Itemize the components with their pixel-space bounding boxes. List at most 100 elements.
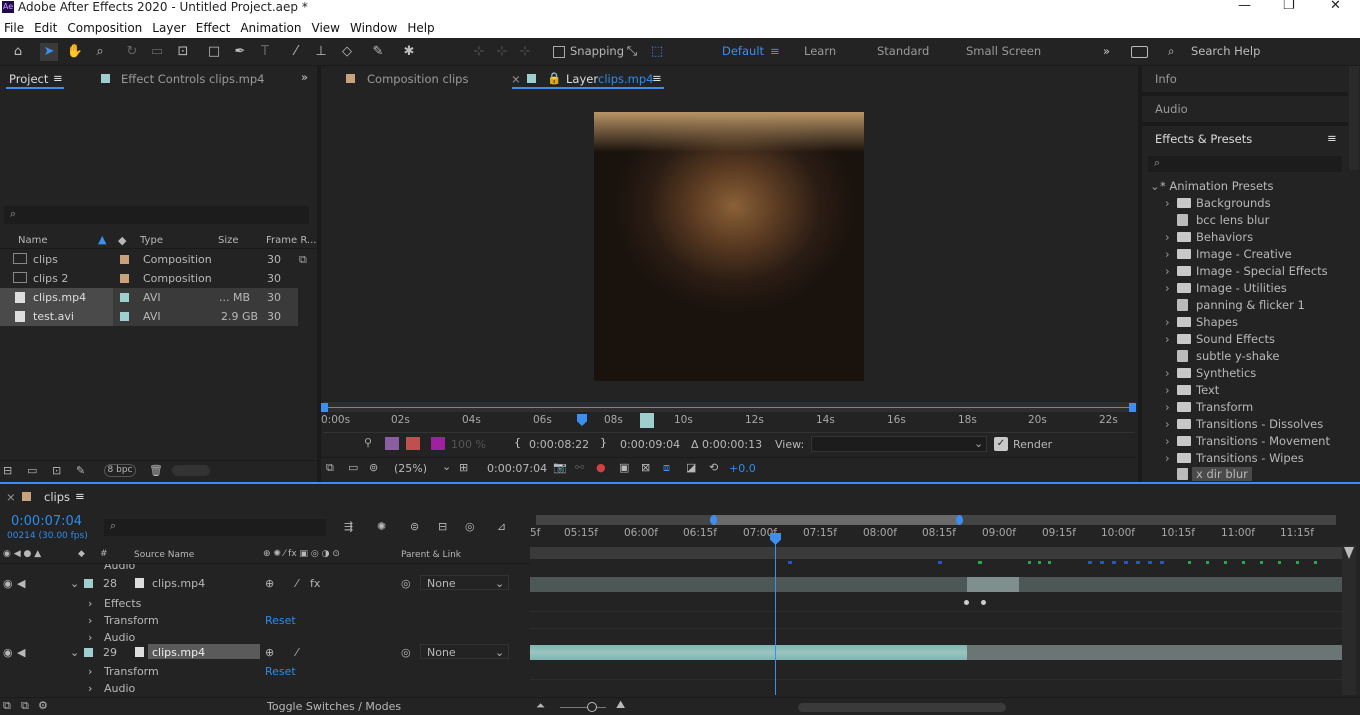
quality-icon[interactable]: ⁄ <box>296 577 298 590</box>
column-name[interactable]: Name <box>18 235 48 246</box>
menu-view[interactable]: View <box>308 16 346 37</box>
view-mode-icon[interactable] <box>431 437 445 450</box>
vertical-scrollbar[interactable] <box>1342 545 1356 695</box>
audio-speaker-icon[interactable]: ◀ <box>17 646 25 659</box>
layer-row-28[interactable]: ◉ ◀ ⌄ 28 clips.mp4 ⊕ ⁄ fx ◎ None ⌄ <box>0 575 530 592</box>
zoom-in-icon[interactable]: ⛰ <box>616 698 625 712</box>
in-out-icon[interactable]: ⚙ <box>38 699 48 712</box>
interpret-footage-icon[interactable]: ⊟ <box>3 464 12 477</box>
project-item[interactable]: test.avi AVI 2.9 GB 30 <box>0 307 298 326</box>
effects-search-input[interactable]: ⌕ <box>1148 156 1342 172</box>
type-tool-icon[interactable]: T <box>256 43 274 61</box>
panel-menu-icon[interactable]: ≡ <box>53 71 63 85</box>
pick-whip-icon[interactable]: ◎ <box>401 577 411 590</box>
zoom-tool-icon[interactable]: ⌕ <box>91 43 109 61</box>
new-composition-icon[interactable]: ⊡ <box>52 464 61 477</box>
column-size[interactable]: Size <box>218 235 239 246</box>
current-time-indicator[interactable] <box>775 535 776 695</box>
collapse-transformation-icon[interactable]: ⊕ <box>265 577 274 590</box>
close-tab-icon[interactable]: × <box>6 490 16 504</box>
column-source-name[interactable]: Source Name <box>134 550 194 560</box>
flowchart-icon[interactable]: ⧉ <box>299 253 307 267</box>
rectangle-tool-icon[interactable]: □ <box>205 43 223 61</box>
column-type[interactable]: Type <box>140 235 163 246</box>
current-time[interactable]: 0:00:07:04 <box>487 462 547 475</box>
brush-tool-icon[interactable]: ⁄ <box>287 43 305 61</box>
layer-row-29[interactable]: ◉ ◀ ⌄ 29 clips.mp4 ⊕ ⁄ ◎ None ⌄ <box>0 644 530 661</box>
project-item[interactable]: clips 2 Composition 30 <box>0 269 298 288</box>
zoom-slider[interactable] <box>560 707 606 708</box>
menu-help[interactable]: Help <box>403 16 440 37</box>
fast-previews-icon[interactable]: ◪ <box>686 461 696 474</box>
project-search-input[interactable]: ⌕ <box>4 206 309 224</box>
property-row-audio[interactable]: › Audio <box>0 680 530 697</box>
keyframe[interactable] <box>981 600 986 605</box>
3d-view-icon[interactable]: ⧈ <box>663 461 670 475</box>
menu-layer[interactable]: Layer <box>148 16 191 37</box>
snapshot-icon[interactable]: 📷 <box>553 461 567 474</box>
thumbnail-slider[interactable] <box>172 465 210 476</box>
monitor-icon[interactable]: ▭ <box>348 461 358 474</box>
out-time[interactable]: 0:00:09:04 <box>620 438 680 451</box>
view-mode-icon[interactable] <box>406 437 420 450</box>
effects-switch-icon[interactable]: fx <box>310 577 320 590</box>
zoom-slider-handle[interactable] <box>587 702 597 712</box>
channels-icon[interactable]: ● <box>596 461 606 474</box>
property-row-audio[interactable]: Audio <box>0 564 530 574</box>
show-snapshot-icon[interactable]: ⚯ <box>575 461 584 474</box>
exposure-value[interactable]: +0.0 <box>729 462 756 475</box>
close-tab-icon[interactable]: × <box>511 72 521 86</box>
visibility-eye-icon[interactable]: ◉ <box>3 646 13 659</box>
shy-layers-icon[interactable]: ⊜ <box>410 520 419 533</box>
layer-switches-icon[interactable]: ⧉ <box>3 699 11 713</box>
camera-tool-icon[interactable]: ▭ <box>148 43 166 61</box>
transfer-controls-icon[interactable]: ⧉ <box>21 699 29 713</box>
keyframe[interactable] <box>964 600 969 605</box>
axis-world-icon[interactable]: ⊹ <box>493 43 511 61</box>
lock-icon[interactable]: 🔒 <box>547 71 561 85</box>
expand-panel-icon[interactable]: » <box>301 70 308 84</box>
set-in-point-icon[interactable]: { <box>514 436 521 449</box>
number-column-icon[interactable]: # <box>100 549 108 559</box>
effects-presets-tab[interactable]: Effects & Presets <box>1155 132 1252 146</box>
roto-brush-tool-icon[interactable]: ✎ <box>369 43 387 61</box>
visibility-eye-icon[interactable]: ◉ <box>3 577 13 590</box>
label-column-icon[interactable]: ◆ <box>118 234 126 247</box>
tab-effect-controls[interactable]: Effect Controls clips.mp4 <box>121 72 264 86</box>
out-point-handle[interactable] <box>1129 403 1136 412</box>
workspace-learn[interactable]: Learn <box>804 44 836 58</box>
region-of-interest-icon[interactable]: ▣ <box>619 461 629 474</box>
menu-window[interactable]: Window <box>346 16 403 37</box>
bit-depth-button[interactable]: 8 bpc <box>104 464 136 477</box>
menu-effect[interactable]: Effect <box>192 16 237 37</box>
fit-icon[interactable]: ⊞ <box>459 461 468 474</box>
minimize-button[interactable]: — <box>1238 0 1251 13</box>
trash-icon[interactable]: 🗑 <box>149 464 163 477</box>
search-icon[interactable]: ⌕ <box>1168 44 1174 59</box>
menu-composition[interactable]: Composition <box>63 16 148 37</box>
chevron-down-icon[interactable]: ⌄ <box>70 646 79 659</box>
scrollbar[interactable] <box>1349 66 1359 170</box>
timeline-search-input[interactable]: ⌕ <box>104 519 326 536</box>
audio-speaker-icon[interactable]: ◀ <box>17 577 25 590</box>
work-area-bar[interactable] <box>530 547 1342 559</box>
panel-menu-icon[interactable]: ≡ <box>652 71 662 85</box>
navigator-range[interactable] <box>713 515 959 525</box>
tab-composition[interactable]: Composition clips <box>367 72 468 86</box>
property-row-effects[interactable]: › Effects <box>0 595 530 612</box>
vr-icon[interactable]: ⊚ <box>369 461 378 474</box>
tab-timeline-clips[interactable]: clips <box>44 490 70 504</box>
selection-tool-icon[interactable]: ➤ <box>40 43 58 61</box>
project-item[interactable]: clips.mp4 AVI ... MB 30 <box>0 288 298 307</box>
navigator-start-handle[interactable] <box>710 515 717 525</box>
snap-edges-icon[interactable]: ⤡ <box>623 43 641 61</box>
always-preview-icon[interactable]: ⧉ <box>326 461 334 475</box>
layer-bar-28[interactable] <box>530 577 1342 592</box>
tab-layer[interactable]: Layer <box>566 72 598 86</box>
chevron-right-icon[interactable]: › <box>88 682 92 695</box>
reset-exposure-icon[interactable]: ⟲ <box>709 461 718 474</box>
search-help-input[interactable]: Search Help <box>1191 44 1260 58</box>
info-panel-tab[interactable]: Info <box>1155 72 1177 86</box>
comp-mini-flowchart-icon[interactable]: ⇶ <box>344 520 353 533</box>
draft-3d-icon[interactable]: ✺ <box>377 520 386 533</box>
